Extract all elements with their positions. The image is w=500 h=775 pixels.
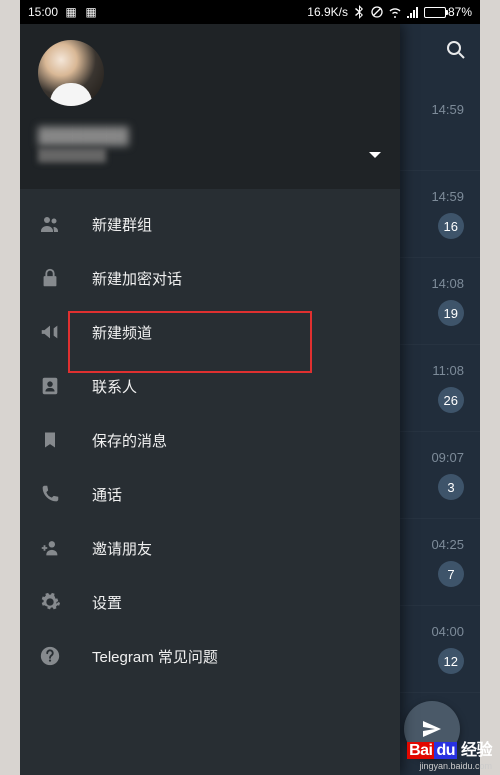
menu-contacts[interactable]: 联系人 (20, 359, 400, 413)
menu-saved-messages[interactable]: 保存的消息 (20, 413, 400, 467)
menu-label: 新建加密对话 (92, 268, 182, 289)
status-bar: 15:00 ▦ ▦ 16.9K/s 87% (20, 0, 480, 24)
unread-badge: 16 (438, 213, 464, 239)
chat-time: 09:07 (431, 450, 464, 465)
menu-label: 新建频道 (92, 322, 152, 343)
user-subtitle: ████████ (38, 148, 382, 162)
dnd-icon (370, 5, 384, 19)
invite-icon (38, 536, 62, 560)
group-icon (38, 212, 62, 236)
watermark-brand: 经验 (461, 742, 492, 759)
menu-settings[interactable]: 设置 (20, 575, 400, 629)
menu-new-group[interactable]: 新建群组 (20, 197, 400, 251)
menu-label: 设置 (92, 592, 122, 613)
watermark: Baidu 经验 jingyan.baidu.com (407, 736, 492, 771)
menu-faq[interactable]: Telegram 常见问题 (20, 629, 400, 683)
megaphone-icon (38, 320, 62, 344)
menu-label: 邀请朋友 (92, 538, 152, 559)
wifi-icon (388, 5, 402, 19)
lock-icon (38, 266, 62, 290)
watermark-brand: du (434, 742, 457, 759)
menu-calls[interactable]: 通话 (20, 467, 400, 521)
app-indicator-icon: ▦ (64, 5, 78, 19)
account-expand-button[interactable] (368, 147, 382, 165)
chat-time: 04:25 (431, 537, 464, 552)
unread-badge: 12 (438, 648, 464, 674)
help-icon (38, 644, 62, 668)
user-name: ████████ (38, 128, 382, 146)
unread-badge: 26 (438, 387, 464, 413)
watermark-brand: Bai (407, 742, 434, 759)
phone-icon (38, 482, 62, 506)
bluetooth-icon (352, 5, 366, 19)
menu-label: 保存的消息 (92, 430, 167, 451)
phone-frame: 15:00 ▦ ▦ 16.9K/s 87% (20, 0, 480, 775)
chat-time: 14:59 (431, 189, 464, 204)
unread-badge: 19 (438, 300, 464, 326)
signal-icon (406, 5, 420, 19)
unread-badge: 3 (438, 474, 464, 500)
chat-time: 04:00 (431, 624, 464, 639)
watermark-url: jingyan.baidu.com (407, 761, 492, 771)
contact-icon (38, 374, 62, 398)
bookmark-icon (38, 428, 62, 452)
status-time: 15:00 (28, 5, 58, 19)
app-indicator-icon: ▦ (84, 5, 98, 19)
menu-new-secret-chat[interactable]: 新建加密对话 (20, 251, 400, 305)
menu-new-channel[interactable]: 新建频道 (20, 305, 400, 359)
user-avatar[interactable] (38, 40, 104, 106)
gear-icon (38, 590, 62, 614)
battery-pct: 87% (448, 5, 472, 19)
menu-invite-friends[interactable]: 邀请朋友 (20, 521, 400, 575)
menu-label: 联系人 (92, 376, 137, 397)
search-button[interactable] (444, 38, 468, 67)
drawer-header: ████████ ████████ (20, 24, 400, 189)
menu-label: 新建群组 (92, 214, 152, 235)
battery-indicator: 87% (424, 5, 472, 19)
chat-time: 14:59 (431, 102, 464, 117)
unread-badge: 7 (438, 561, 464, 587)
chat-time: 14:08 (431, 276, 464, 291)
menu-label: 通话 (92, 484, 122, 505)
network-speed: 16.9K/s (307, 5, 348, 19)
chat-time: 11:08 (432, 363, 464, 378)
drawer-menu: 新建群组 新建加密对话 新建频道 联系人 (20, 189, 400, 691)
menu-label: Telegram 常见问题 (92, 646, 218, 667)
navigation-drawer: ████████ ████████ 新建群组 新建加密对话 (20, 24, 400, 775)
